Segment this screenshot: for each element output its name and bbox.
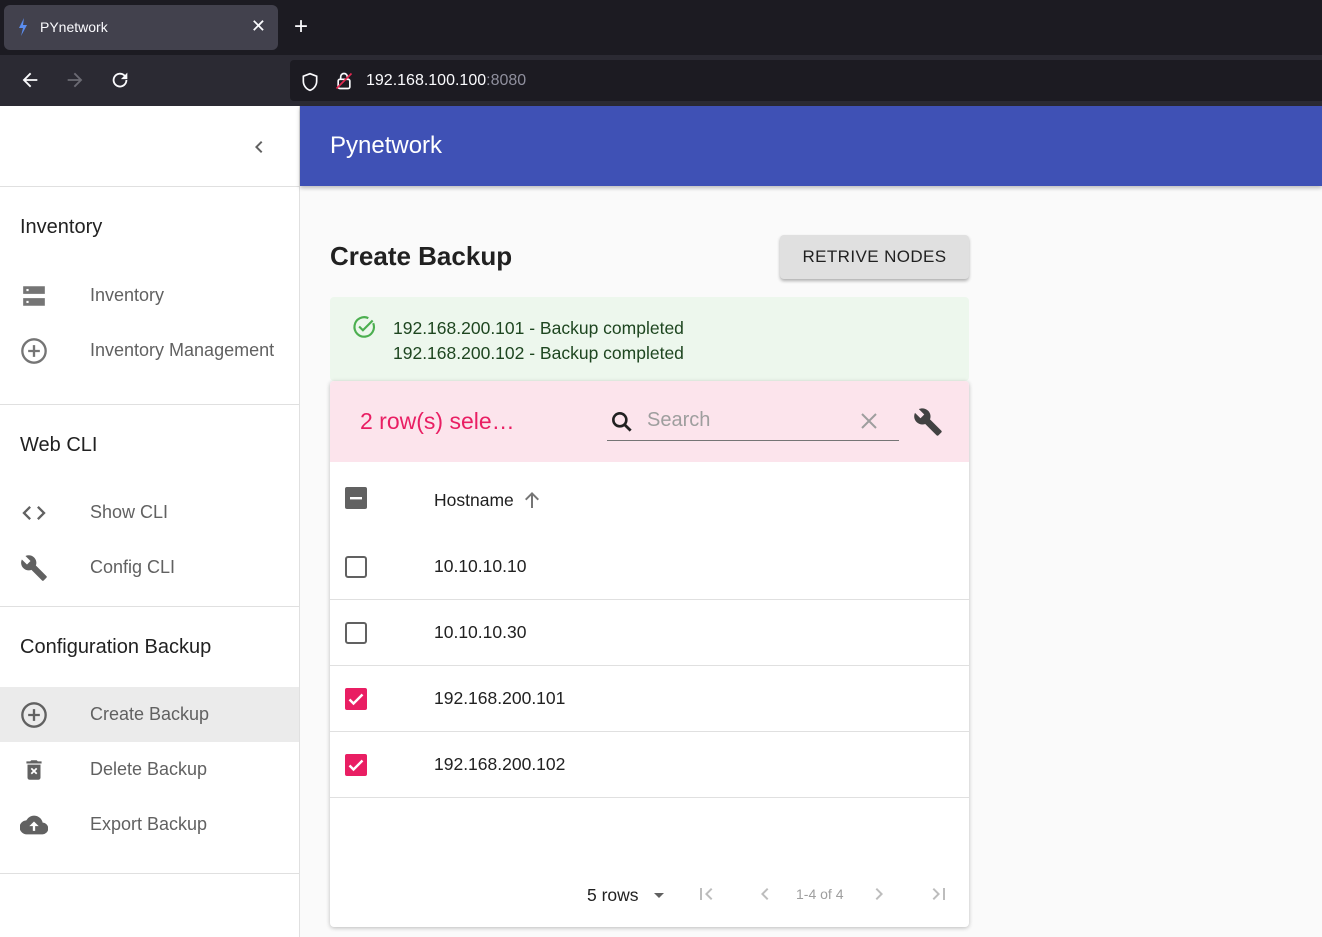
row-checkbox-checked[interactable]: [344, 687, 368, 711]
app-bar: Pynetwork: [300, 106, 1322, 186]
chevron-left-icon[interactable]: [246, 134, 272, 160]
success-alert: 192.168.200.101 - Backup completed 192.1…: [330, 297, 969, 381]
sidebar-item-label: Export Backup: [90, 814, 208, 834]
sidebar-item-label: Inventory Management: [90, 340, 275, 360]
table-header-row: Hostname: [330, 462, 969, 534]
search-icon: [612, 412, 632, 432]
sidebar-item-label: Config CLI: [90, 557, 176, 577]
page-range: 1-4 of 4: [796, 886, 844, 902]
table-row[interactable]: 192.168.200.102: [330, 732, 969, 798]
sidebar-section-inventory: Inventory Inventory Inventory Management: [0, 187, 299, 405]
section-title: Inventory: [20, 216, 103, 238]
check-circle-icon: [353, 316, 375, 338]
favicon-icon: [19, 18, 27, 36]
alert-message: 192.168.200.102 - Backup completed: [393, 343, 684, 363]
trash-icon: [20, 756, 48, 784]
retrive-nodes-button[interactable]: RETRIVE NODES: [780, 235, 969, 279]
sidebar-item-inventory[interactable]: Inventory: [0, 268, 299, 323]
reload-icon[interactable]: [107, 67, 133, 93]
url-text[interactable]: 192.168.100.100:8080: [366, 72, 526, 90]
table-row[interactable]: 10.10.10.30: [330, 600, 969, 666]
previous-page-icon[interactable]: [752, 881, 778, 907]
last-page-icon[interactable]: [926, 881, 952, 907]
search-input[interactable]: [647, 409, 847, 432]
wrench-icon[interactable]: [913, 407, 943, 437]
hostname-column-header[interactable]: Hostname: [434, 488, 544, 512]
sidebar-item-label: Create Backup: [90, 704, 210, 724]
url-bar[interactable]: 192.168.100.100:8080: [290, 60, 1322, 101]
hostname-cell: 192.168.200.101: [434, 688, 566, 708]
sidebar-item-label: Inventory: [90, 285, 165, 305]
sidebar-section-web-cli: Web CLI Show CLI Config CLI: [0, 405, 299, 607]
rows-per-page-value: 5 rows: [587, 884, 639, 905]
new-tab-icon[interactable]: +: [294, 12, 308, 42]
rows-per-page-select[interactable]: 5 rows: [587, 883, 671, 907]
search-field: [607, 403, 899, 441]
row-checkbox[interactable]: [344, 555, 368, 579]
first-page-icon[interactable]: [693, 881, 719, 907]
sidebar-item-delete-backup[interactable]: Delete Backup: [0, 742, 299, 797]
clear-search-icon[interactable]: [857, 409, 881, 433]
insecure-lock-icon[interactable]: [334, 71, 354, 91]
back-icon[interactable]: [17, 67, 43, 93]
column-header-label: Hostname: [434, 489, 514, 510]
row-checkbox[interactable]: [344, 621, 368, 645]
table-row[interactable]: 192.168.200.101: [330, 666, 969, 732]
table-row[interactable]: 10.10.10.10: [330, 534, 969, 600]
next-page-icon[interactable]: [866, 881, 892, 907]
sidebar-item-inventory-management[interactable]: Inventory Management: [0, 323, 299, 378]
hostname-cell: 10.10.10.10: [434, 556, 527, 576]
shield-icon[interactable]: [300, 72, 320, 92]
browser-tab[interactable]: PYnetwork ✕: [4, 5, 278, 50]
hostname-cell: 10.10.10.30: [434, 622, 527, 642]
app-title: Pynetwork: [330, 132, 443, 159]
section-title: Configuration Backup: [20, 636, 212, 658]
sidebar-item-show-cli[interactable]: Show CLI: [0, 485, 299, 540]
add-circle-icon: [20, 701, 48, 729]
sidebar-item-config-cli[interactable]: Config CLI: [0, 540, 299, 595]
section-title: Web CLI: [20, 434, 98, 456]
hosts-table: 2 row(s) sele… Hostname 10.10.10.10 10.1…: [330, 381, 969, 927]
table-toolbar: 2 row(s) sele…: [330, 381, 969, 462]
sidebar-item-label: Delete Backup: [90, 759, 208, 779]
browser-tab-bar: PYnetwork ✕ +: [0, 0, 1322, 55]
sidebar-item-export-backup[interactable]: Export Backup: [0, 797, 299, 852]
dropdown-arrow-icon: [653, 893, 664, 898]
add-circle-icon: [20, 337, 48, 365]
sidebar-item-label: Show CLI: [90, 502, 169, 522]
sidebar-header: [0, 106, 299, 187]
server-icon: [20, 282, 48, 310]
page-title: Create Backup: [330, 241, 513, 271]
table-pagination: 5 rows 1-4 of 4: [330, 869, 969, 919]
cloud-upload-icon: [20, 811, 48, 839]
alert-message: 192.168.200.101 - Backup completed: [393, 318, 684, 338]
tab-title: PYnetwork: [40, 19, 108, 35]
tab-close-icon[interactable]: ✕: [251, 16, 266, 37]
browser-nav-bar: 192.168.100.100:8080: [0, 55, 1322, 106]
forward-icon[interactable]: [62, 67, 88, 93]
sort-ascending-icon[interactable]: [520, 488, 544, 512]
select-all-checkbox[interactable]: [344, 486, 368, 510]
code-icon: [20, 499, 48, 527]
selected-count: 2 row(s) sele…: [360, 408, 515, 434]
sidebar-item-create-backup[interactable]: Create Backup: [0, 687, 299, 742]
row-checkbox-checked[interactable]: [344, 753, 368, 777]
wrench-icon: [20, 554, 48, 582]
sidebar: Inventory Inventory Inventory Management…: [0, 106, 300, 937]
alert-messages: 192.168.200.101 - Backup completed 192.1…: [393, 316, 684, 366]
hostname-cell: 192.168.200.102: [434, 754, 566, 774]
sidebar-section-configuration-backup: Configuration Backup Create Backup Delet…: [0, 607, 299, 874]
